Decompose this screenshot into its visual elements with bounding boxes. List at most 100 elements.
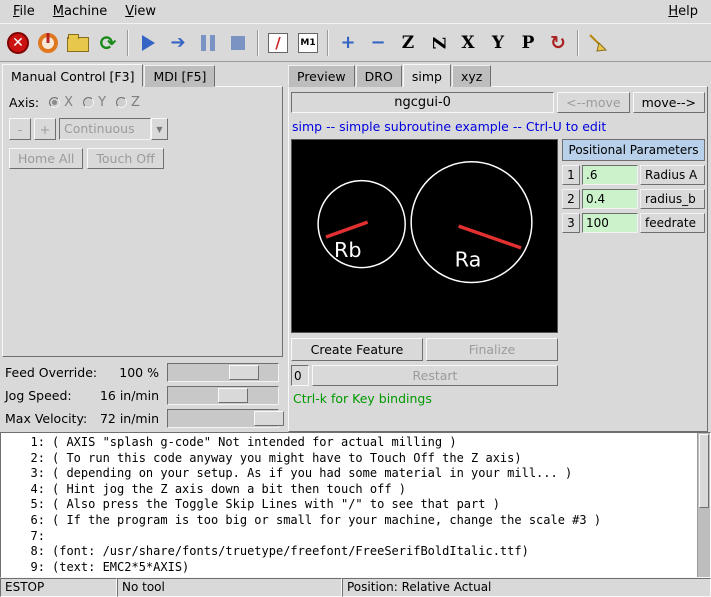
- view-perspective-button[interactable]: P: [514, 29, 542, 57]
- move-right-button[interactable]: move-->: [633, 92, 705, 113]
- axis-label: Axis:: [9, 95, 39, 110]
- radius-b-label: Rb: [334, 238, 362, 262]
- reload-button[interactable]: ⟳: [94, 29, 122, 57]
- estop-icon: ✕: [7, 32, 29, 54]
- menu-view[interactable]: View: [116, 2, 165, 21]
- machine-power-button[interactable]: [34, 29, 62, 57]
- pause-button[interactable]: [194, 29, 222, 57]
- finalize-button[interactable]: Finalize: [426, 338, 558, 361]
- axis-radio-y[interactable]: Y: [83, 95, 106, 110]
- gcode-line-number: 7:: [1, 529, 45, 545]
- axis-y-label: Y: [98, 95, 106, 110]
- toolbar-separator: [327, 30, 329, 56]
- jog-mode-combobox[interactable]: Continuous ▼: [59, 118, 168, 140]
- status-tool: No tool: [117, 578, 342, 597]
- slider-handle[interactable]: [254, 411, 284, 426]
- max-velocity-row: Max Velocity: 72 in/min: [2, 407, 283, 430]
- feed-override-slider[interactable]: [167, 363, 279, 382]
- parameter-value-entry[interactable]: [582, 213, 638, 233]
- run-button[interactable]: [134, 29, 162, 57]
- gcode-line-number: 1:: [1, 435, 45, 451]
- gcode-line-number: 4:: [1, 482, 45, 498]
- open-folder-icon: [67, 37, 89, 52]
- tab-xyz[interactable]: xyz: [452, 65, 491, 87]
- parameter-name: feedrate: [640, 213, 705, 233]
- ngcgui-name-entry[interactable]: [291, 92, 554, 113]
- move-left-button[interactable]: <--move: [557, 92, 629, 113]
- parameter-value-entry[interactable]: [582, 189, 638, 209]
- tab-manual-control[interactable]: Manual Control [F3]: [2, 64, 143, 87]
- stop-button[interactable]: [224, 29, 252, 57]
- max-velocity-slider[interactable]: [167, 409, 279, 428]
- home-row: Home All Touch Off: [3, 144, 282, 173]
- view-x-button[interactable]: X: [454, 29, 482, 57]
- view-y-button[interactable]: Y: [484, 29, 512, 57]
- status-position-mode: Position: Relative Actual: [342, 578, 711, 597]
- main-area: Manual Control [F3] MDI [F5] Axis: X Y Z…: [0, 62, 711, 432]
- left-panel: Manual Control [F3] MDI [F5] Axis: X Y Z…: [0, 62, 285, 432]
- toolbar: ✕ ⟳ ➔ / M1 + − Z Z X Y P ↻: [0, 23, 711, 62]
- radio-circle-icon: [49, 97, 60, 108]
- max-velocity-value: 72 in/min: [99, 411, 167, 426]
- gcode-line-text: (font: /usr/share/fonts/truetype/freefon…: [45, 544, 529, 560]
- tab-simp[interactable]: simp: [403, 64, 451, 87]
- create-feature-button[interactable]: Create Feature: [291, 338, 423, 361]
- restart-count-entry[interactable]: [291, 365, 309, 386]
- menu-machine-accel: M: [53, 4, 64, 19]
- view-z-rotated-button[interactable]: Z: [424, 29, 452, 57]
- axis-radio-z[interactable]: Z: [116, 95, 140, 110]
- step-button[interactable]: ➔: [164, 29, 192, 57]
- right-tabbar: Preview DRO simp xyz: [288, 64, 708, 87]
- clear-plot-button[interactable]: [584, 29, 612, 57]
- parameter-row: 2 radius_b: [562, 189, 705, 209]
- estop-button[interactable]: ✕: [4, 29, 32, 57]
- parameter-value-entry[interactable]: [582, 165, 638, 185]
- feature-buttons-row: Create Feature Finalize: [291, 338, 558, 361]
- view-perspective-icon: P: [522, 33, 535, 53]
- slider-handle[interactable]: [229, 365, 259, 380]
- optional-pause-button[interactable]: M1: [294, 29, 322, 57]
- view-z-button[interactable]: Z: [394, 29, 422, 57]
- zoom-out-button[interactable]: −: [364, 29, 392, 57]
- max-velocity-label: Max Velocity:: [2, 411, 99, 426]
- gcode-line-text: ( If the program is too big or small for…: [45, 513, 601, 529]
- gcode-line-text: ( Hint jog the Z axis down a bit then to…: [45, 482, 406, 498]
- restart-button[interactable]: Restart: [312, 365, 558, 386]
- touch-off-button[interactable]: Touch Off: [87, 148, 163, 169]
- tab-preview[interactable]: Preview: [288, 65, 355, 87]
- left-tabbar: Manual Control [F3] MDI [F5]: [2, 64, 283, 87]
- open-file-button[interactable]: [64, 29, 92, 57]
- preview-column: Rb Ra Create Feature Finalize Restart Ct…: [291, 139, 558, 406]
- jog-plus-button[interactable]: +: [34, 118, 56, 140]
- toolbar-separator: [257, 30, 259, 56]
- ngcgui-frame: <--move move--> simp -- simple subroutin…: [288, 86, 708, 432]
- menu-help[interactable]: Help: [659, 2, 707, 21]
- axis-window: File Machine View Help ✕ ⟳ ➔ / M1 + − Z …: [0, 0, 711, 597]
- jog-speed-value: 16 in/min: [99, 388, 167, 403]
- slider-handle[interactable]: [218, 388, 248, 403]
- menu-view-label: iew: [134, 4, 156, 19]
- toggle-skip-lines-button[interactable]: /: [264, 29, 292, 57]
- radius-a-label: Ra: [455, 248, 482, 272]
- step-icon: ➔: [170, 32, 185, 53]
- menu-file[interactable]: File: [4, 2, 44, 21]
- gcode-line: 4:( Hint jog the Z axis down a bit then …: [1, 482, 710, 498]
- home-all-button[interactable]: Home All: [9, 148, 83, 169]
- scrollbar-thumb[interactable]: [699, 434, 709, 508]
- menu-machine[interactable]: Machine: [44, 2, 116, 21]
- gcode-listing[interactable]: 1:( AXIS "splash g-code" Not intended fo…: [0, 432, 711, 578]
- jog-speed-slider[interactable]: [167, 386, 279, 405]
- axis-radio-x[interactable]: X: [49, 95, 73, 110]
- jog-minus-button[interactable]: -: [9, 118, 31, 140]
- gcode-line: 3:( depending on your setup. As if you h…: [1, 466, 710, 482]
- gcode-line-text: ( To run this code anyway you might have…: [45, 451, 522, 467]
- tab-dro[interactable]: DRO: [356, 65, 402, 87]
- rotate-view-button[interactable]: ↻: [544, 29, 572, 57]
- tab-mdi[interactable]: MDI [F5]: [144, 65, 215, 87]
- status-bar: ESTOP No tool Position: Relative Actual: [0, 578, 711, 597]
- menubar: File Machine View Help: [0, 0, 711, 23]
- gcode-scrollbar[interactable]: [697, 433, 710, 577]
- parameter-name: radius_b: [640, 189, 705, 209]
- zoom-in-button[interactable]: +: [334, 29, 362, 57]
- parameters-header: Positional Parameters: [562, 139, 705, 161]
